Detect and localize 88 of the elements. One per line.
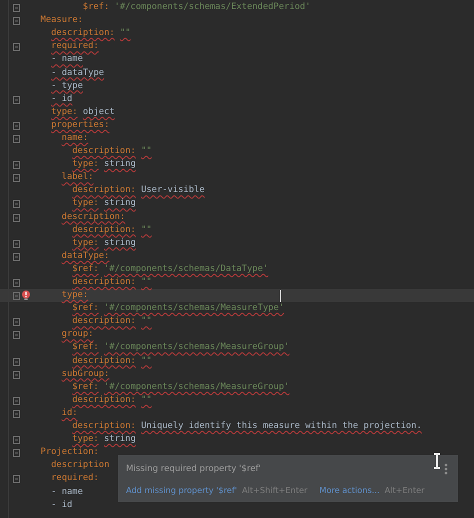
- yaml-key: description:: [72, 421, 136, 432]
- yaml-key: Measure:: [40, 15, 83, 26]
- yaml-key: type:: [72, 159, 99, 170]
- fold-marker-icon: [13, 122, 20, 130]
- list-item: - id: [51, 500, 72, 510]
- fold-marker-icon: [13, 252, 20, 261]
- yaml-key: type:: [62, 290, 88, 300]
- yaml-key: $ref:: [82, 2, 110, 12]
- yaml-value: Uniquely identify this measure within the projection.: [141, 421, 422, 432]
- yaml-value: "": [141, 146, 152, 156]
- action-link[interactable]: Add missing property '$ref': [126, 485, 237, 495]
- yaml-key: description:: [72, 316, 136, 326]
- yaml-key: $ref:: [72, 382, 99, 392]
- yaml-key: description:: [72, 277, 136, 288]
- fold-marker-icon: [13, 214, 20, 222]
- yaml-key: type:: [72, 434, 99, 444]
- action-link[interactable]: More actions...: [319, 485, 380, 495]
- yaml-key: description:: [72, 146, 136, 156]
- list-item: - id: [51, 94, 72, 104]
- fold-marker-icon: [13, 475, 20, 484]
- fold-marker-icon: [13, 318, 20, 326]
- yaml-key: subGroup:: [62, 368, 110, 379]
- text-cursor-icon: [433, 453, 441, 469]
- error-bulb-icon: [21, 290, 31, 300]
- list-item: - name: [51, 54, 83, 64]
- yaml-key: id:: [62, 408, 78, 418]
- yaml-key: dataType:: [62, 250, 110, 261]
- fold-marker-icon: [13, 200, 20, 208]
- yaml-key: required:: [51, 41, 99, 52]
- list-item: - name: [51, 486, 83, 497]
- fold-marker-icon: [13, 4, 20, 12]
- yaml-key: type:: [72, 198, 99, 208]
- fold-marker-icon: [13, 358, 20, 366]
- fold-marker-icon: [13, 292, 20, 300]
- yaml-key: $ref:: [72, 264, 99, 274]
- yaml-key: required:: [51, 473, 99, 484]
- yaml-value: '#/components/schemas/ExtendedPeriod': [114, 2, 311, 12]
- yaml-value: "": [120, 28, 131, 38]
- fold-marker-icon: [13, 43, 20, 52]
- fold-marker-icon: [13, 174, 20, 182]
- yaml-key: type:: [72, 238, 99, 248]
- yaml-value: "": [141, 277, 152, 288]
- fold-marker-icon: [13, 331, 20, 340]
- yaml-key: $ref:: [72, 303, 99, 314]
- text-caret: [280, 290, 281, 302]
- yaml-value: "": [141, 394, 152, 405]
- yaml-value: string: [104, 159, 136, 170]
- yaml-key: description:: [72, 394, 136, 405]
- yaml-key: group:: [62, 329, 94, 340]
- yaml-key: description: [51, 460, 110, 470]
- yaml-key: description:: [72, 185, 136, 196]
- yaml-key: description:: [72, 224, 136, 235]
- yaml-value: string: [104, 434, 136, 444]
- yaml-value: '#/components/schemas/MeasureGroup': [104, 382, 290, 392]
- yaml-key: description:: [72, 356, 136, 366]
- yaml-key: label:: [62, 172, 94, 182]
- list-item: - dataType: [51, 68, 104, 78]
- fold-marker-icon: [13, 240, 20, 248]
- fold-marker-icon: [13, 449, 20, 458]
- fold-marker-icon: [13, 370, 20, 379]
- yaml-value: string: [104, 198, 136, 208]
- yaml-value: object: [82, 106, 115, 117]
- yaml-value: '#/components/schemas/MeasureType': [104, 303, 284, 314]
- more-options-icon: [444, 463, 448, 475]
- fold-marker-icon: [13, 436, 20, 444]
- yaml-value: "": [141, 224, 152, 235]
- yaml-value: '#/components/schemas/MeasureGroup': [104, 342, 290, 352]
- yaml-key: name:: [62, 132, 88, 143]
- yaml-key: description:: [51, 28, 115, 38]
- list-item: - type: [51, 80, 83, 91]
- yaml-key: Projection:: [40, 447, 99, 458]
- fold-marker-icon: [13, 278, 20, 287]
- yaml-key: properties:: [51, 120, 110, 130]
- yaml-value: string: [104, 238, 136, 248]
- yaml-value: User-visible: [141, 185, 205, 196]
- yaml-value: "": [141, 356, 152, 366]
- fold-marker-icon: [13, 161, 20, 170]
- yaml-value: '#/components/schemas/DataType': [104, 264, 268, 274]
- yaml-key: $ref:: [72, 342, 99, 352]
- yaml-key: type:: [51, 106, 78, 117]
- fold-marker-icon: [13, 134, 20, 143]
- fold-marker-icon: [13, 410, 20, 418]
- yaml-value: "": [141, 316, 152, 326]
- fold-marker-icon: [13, 17, 20, 26]
- fold-marker-icon: [13, 96, 20, 104]
- yaml-key: description:: [62, 212, 126, 222]
- error-message: Missing required property '$ref': [126, 464, 261, 474]
- fold-marker-icon: [13, 396, 20, 405]
